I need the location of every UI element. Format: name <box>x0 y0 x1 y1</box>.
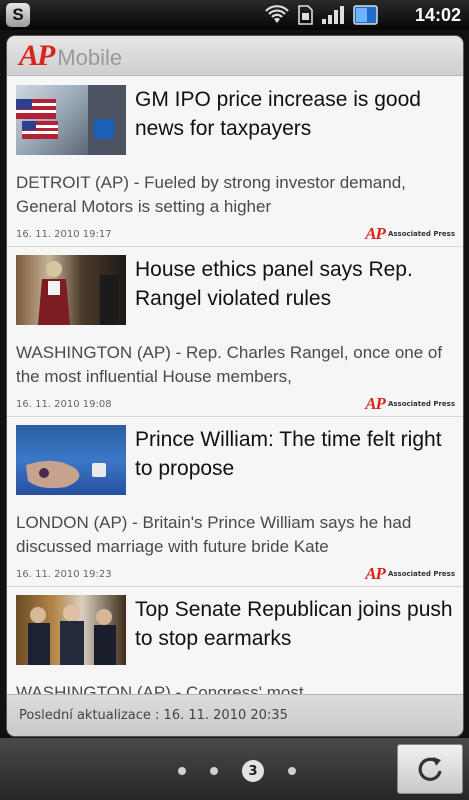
ap-credit-text: Associated Press <box>387 570 455 578</box>
news-date: 16. 11. 2010 19:08 <box>16 398 112 410</box>
ap-logo[interactable]: AP Mobile <box>19 38 123 72</box>
ap-credit-mark: AP <box>365 564 386 583</box>
news-headline[interactable]: House ethics panel says Rep. Rangel viol… <box>135 255 455 325</box>
current-page-indicator[interactable]: 3 <box>242 760 264 782</box>
ap-credit-mark: AP <box>365 224 386 243</box>
ap-credit: AP Associated Press <box>365 394 455 414</box>
ap-credit-mark: AP <box>365 394 386 413</box>
news-thumbnail <box>16 85 126 155</box>
news-headline[interactable]: Top Senate Republican joins push to stop… <box>135 595 455 665</box>
ap-logo-mark: AP <box>19 38 55 72</box>
widget-header: AP Mobile <box>7 36 463 76</box>
page-dot[interactable] <box>178 767 186 775</box>
last-update-footer: Poslední aktualizace : 16. 11. 2010 20:3… <box>7 694 463 736</box>
news-thumbnail <box>16 595 126 665</box>
home-dock: 3 <box>0 738 469 800</box>
news-thumbnail <box>16 255 126 325</box>
news-item[interactable]: Prince William: The time felt right to p… <box>7 417 463 587</box>
news-summary: WASHINGTON (AP) - Congress' most <box>16 683 304 694</box>
refresh-button[interactable] <box>397 744 463 794</box>
news-date: 16. 11. 2010 19:23 <box>16 568 112 580</box>
ap-logo-text: Mobile <box>57 44 123 70</box>
refresh-icon <box>418 757 442 781</box>
ap-credit-text: Associated Press <box>387 230 455 238</box>
app-notification-icon[interactable]: S <box>6 3 30 27</box>
page-dot[interactable] <box>210 767 218 775</box>
ap-credit-text: Associated Press <box>387 400 455 408</box>
news-headline[interactable]: Prince William: The time felt right to p… <box>135 425 455 495</box>
page-indicator: 3 <box>178 760 296 782</box>
news-summary: LONDON (AP) - Britain's Prince William s… <box>16 513 412 556</box>
wifi-icon <box>265 5 289 23</box>
news-list[interactable]: GM IPO price increase is good news for t… <box>7 77 463 694</box>
news-summary: WASHINGTON (AP) - Rep. Charles Rangel, o… <box>16 343 443 386</box>
sim-icon <box>298 5 313 25</box>
news-item[interactable]: Top Senate Republican joins push to stop… <box>7 587 463 694</box>
status-bar: S 14:02 <box>0 0 469 30</box>
battery-icon <box>353 5 378 25</box>
ap-credit: AP Associated Press <box>365 564 455 584</box>
news-item[interactable]: House ethics panel says Rep. Rangel viol… <box>7 247 463 417</box>
clock: 14:02 <box>414 5 461 25</box>
signal-icon <box>322 6 344 24</box>
news-item[interactable]: GM IPO price increase is good news for t… <box>7 77 463 247</box>
news-summary: DETROIT (AP) - Fueled by strong investor… <box>16 173 406 216</box>
news-date: 16. 11. 2010 19:17 <box>16 228 112 240</box>
ap-credit: AP Associated Press <box>365 224 455 244</box>
news-headline[interactable]: GM IPO price increase is good news for t… <box>135 85 455 155</box>
page-dot[interactable] <box>288 767 296 775</box>
news-thumbnail <box>16 425 126 495</box>
ap-mobile-widget: AP Mobile GM IPO price increase is good … <box>7 36 463 736</box>
